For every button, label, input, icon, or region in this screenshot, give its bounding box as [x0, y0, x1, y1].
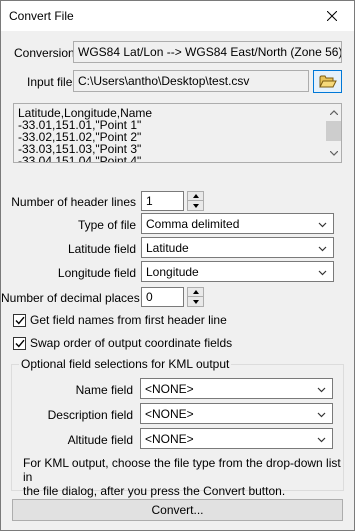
description-field-label: Description field: [47, 408, 133, 422]
chevron-down-icon: [317, 437, 326, 443]
kml-note-line: the file dialog, after you press the Con…: [23, 484, 286, 498]
checkmark-icon: [14, 339, 25, 348]
spin-down-button[interactable]: [188, 297, 203, 306]
preview-scrollbar[interactable]: [324, 104, 341, 162]
latitude-field-value: Latitude: [146, 241, 189, 255]
chevron-down-icon: [329, 151, 338, 156]
convert-button-label: Convert...: [151, 503, 204, 517]
swap-order-checkbox[interactable]: [13, 336, 26, 350]
name-field-value: <NONE>: [145, 382, 194, 396]
altitude-field-label: Altitude field: [67, 433, 133, 447]
scroll-thumb[interactable]: [326, 121, 341, 141]
swap-order-checkbox-label: Swap order of output coordinate fields: [30, 336, 233, 350]
conversion-label: Conversion: [14, 46, 75, 60]
altitude-field-select[interactable]: <NONE>: [140, 428, 333, 449]
file-type-select[interactable]: Comma delimited: [141, 213, 334, 234]
triangle-up-icon: [192, 290, 199, 294]
scroll-up-button[interactable]: [325, 104, 341, 121]
spin-down-button[interactable]: [188, 201, 203, 210]
header-lines-value: 1: [146, 194, 153, 208]
triangle-down-icon: [192, 299, 199, 304]
swap-order-checkbox-row[interactable]: Swap order of output coordinate fields: [13, 336, 232, 350]
decimal-places-spinner[interactable]: [187, 287, 204, 307]
file-type-value: Comma delimited: [146, 217, 240, 231]
triangle-down-icon: [192, 203, 199, 208]
decimal-places-input[interactable]: 0: [141, 287, 184, 307]
decimal-places-label: Number of decimal places: [1, 291, 140, 305]
file-type-label: Type of file: [77, 218, 136, 232]
latitude-field-label: Latitude field: [67, 242, 136, 256]
decimal-places-value: 0: [146, 290, 153, 304]
longitude-field-label: Longitude field: [57, 266, 136, 280]
file-preview[interactable]: Latitude,Longitude,Name -33.01,151.01,"P…: [13, 103, 342, 163]
chevron-down-icon: [318, 270, 327, 276]
close-button[interactable]: [310, 1, 354, 31]
name-field-select[interactable]: <NONE>: [140, 378, 333, 399]
browse-button[interactable]: [313, 70, 342, 93]
header-lines-label: Number of header lines: [11, 195, 136, 209]
triangle-up-icon: [192, 194, 199, 198]
open-folder-icon: [318, 75, 337, 88]
convert-file-dialog: Convert File Conversion WGS84 Lat/Lon --…: [0, 0, 355, 531]
altitude-field-value: <NONE>: [145, 432, 194, 446]
name-field-label: Name field: [75, 383, 133, 397]
field-names-checkbox[interactable]: [13, 313, 26, 327]
longitude-field-select[interactable]: Longitude: [141, 261, 334, 282]
description-field-value: <NONE>: [145, 407, 194, 421]
checkmark-icon: [14, 316, 25, 325]
chevron-down-icon: [317, 387, 326, 393]
input-file-value: C:\Users\antho\Desktop\test.csv: [78, 74, 250, 88]
scroll-down-button[interactable]: [325, 145, 341, 162]
chevron-down-icon: [317, 412, 326, 418]
conversion-value: WGS84 Lat/Lon --> WGS84 East/North (Zone…: [78, 45, 342, 59]
convert-button[interactable]: Convert...: [12, 499, 343, 521]
kml-group-legend: Optional field selections for KML output: [19, 357, 232, 371]
description-field-select[interactable]: <NONE>: [140, 403, 333, 424]
input-file-field: C:\Users\antho\Desktop\test.csv: [73, 70, 309, 92]
conversion-field: WGS84 Lat/Lon --> WGS84 East/North (Zone…: [73, 41, 342, 63]
header-lines-spinner[interactable]: [187, 191, 204, 211]
field-names-checkbox-row[interactable]: Get field names from first header line: [13, 313, 227, 327]
preview-line: -33.04,151.04,"Point 4": [18, 154, 142, 163]
spin-up-button[interactable]: [188, 288, 203, 297]
close-icon: [327, 11, 337, 21]
field-names-checkbox-label: Get field names from first header line: [30, 313, 227, 327]
input-file-label: Input file: [27, 75, 73, 89]
latitude-field-select[interactable]: Latitude: [141, 237, 334, 258]
longitude-field-value: Longitude: [146, 265, 199, 279]
chevron-down-icon: [318, 246, 327, 252]
title-bar[interactable]: Convert File: [1, 1, 354, 31]
window-title: Convert File: [9, 9, 74, 23]
chevron-up-icon: [329, 110, 338, 115]
kml-note: For KML output, choose the file type fro…: [23, 456, 343, 498]
spin-up-button[interactable]: [188, 192, 203, 201]
kml-note-line: For KML output, choose the file type fro…: [23, 456, 341, 484]
chevron-down-icon: [318, 222, 327, 228]
header-lines-input[interactable]: 1: [141, 191, 184, 211]
